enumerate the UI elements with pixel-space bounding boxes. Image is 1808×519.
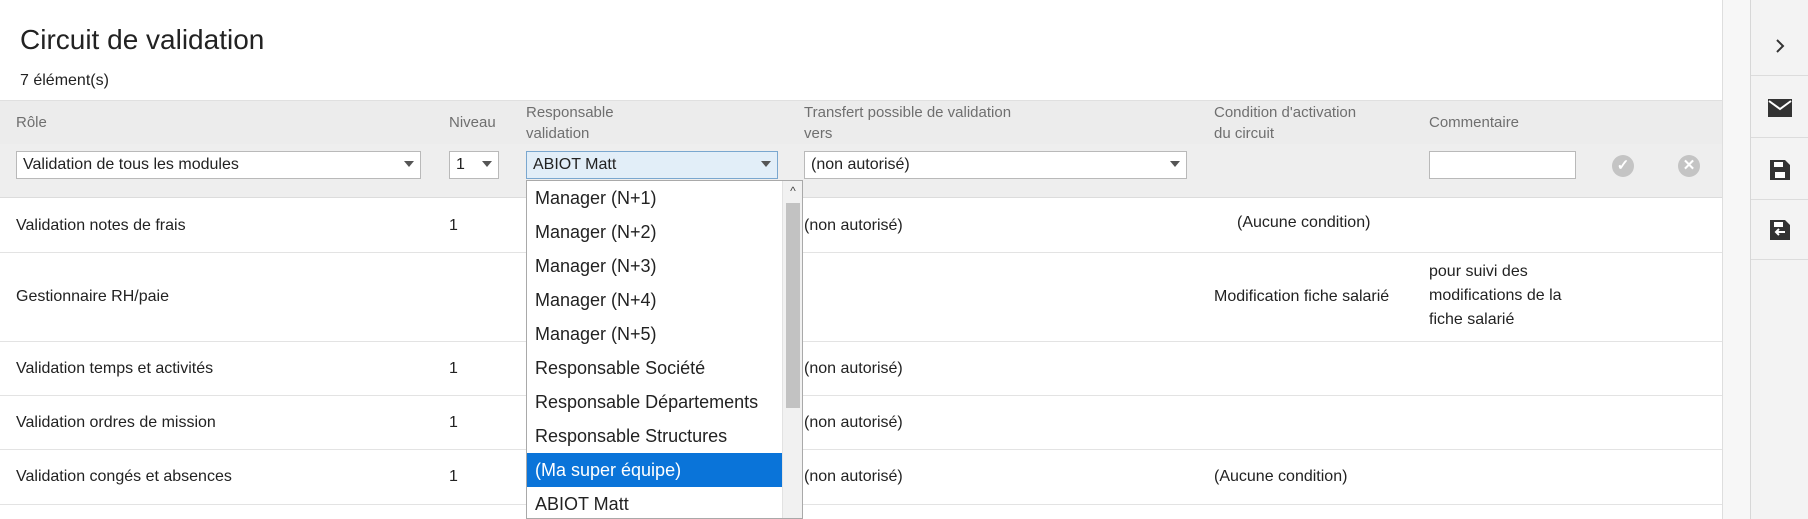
dropdown-option-selected[interactable]: (Ma super équipe): [527, 453, 782, 487]
row-role: Gestionnaire RH/paie: [16, 288, 169, 305]
chevron-down-icon: [1170, 161, 1180, 167]
column-header-transfert-line2: vers: [804, 125, 833, 142]
mail-icon: [1768, 98, 1792, 117]
dropdown-option[interactable]: Manager (N+2): [527, 215, 782, 249]
row-transfert: (non autorisé): [804, 360, 903, 377]
dropdown-option[interactable]: Responsable Départements: [527, 385, 782, 419]
chevron-right-icon: [1776, 38, 1785, 53]
scrollbar-thumb[interactable]: [786, 203, 800, 408]
expand-button[interactable]: [1751, 16, 1808, 76]
chevron-up-icon[interactable]: ^: [783, 181, 802, 201]
row-transfert: (non autorisé): [804, 217, 903, 234]
table-row[interactable]: Validation ordres de mission 1 (non auto…: [0, 396, 1722, 450]
row-commentaire-line2: modifications de la: [1429, 287, 1562, 304]
niveau-select[interactable]: 1: [449, 151, 499, 179]
responsable-select-value: ABIOT Matt: [533, 156, 617, 173]
chevron-down-icon: [482, 161, 492, 167]
validate-icon: ✓: [1616, 157, 1630, 174]
validate-button[interactable]: ✓: [1612, 155, 1634, 177]
column-header-transfert[interactable]: Transfert possible de validation vers: [804, 102, 1011, 144]
mail-button[interactable]: [1751, 78, 1808, 138]
row-role: Validation ordres de mission: [16, 414, 216, 431]
role-select-value: Validation de tous les modules: [23, 156, 239, 173]
dropdown-option[interactable]: Manager (N+1): [527, 181, 782, 215]
row-transfert: (non autorisé): [804, 414, 903, 431]
table-row[interactable]: Validation congés et absences 1 (non aut…: [0, 450, 1722, 505]
row-condition: (Aucune condition): [1237, 214, 1371, 231]
row-transfert: (non autorisé): [804, 468, 903, 485]
role-select[interactable]: Validation de tous les modules: [16, 151, 421, 179]
column-header-condition-line1: Condition d'activation: [1214, 104, 1357, 121]
row-niveau: 1: [449, 468, 458, 485]
column-header-role[interactable]: Rôle: [16, 112, 47, 133]
niveau-select-value: 1: [456, 156, 465, 173]
cancel-icon: ✕: [1682, 157, 1696, 174]
save-as-button[interactable]: [1751, 200, 1808, 260]
row-condition: Modification fiche salarié: [1214, 288, 1390, 305]
row-niveau: 1: [449, 360, 458, 377]
row-role: Validation notes de frais: [16, 217, 186, 234]
dropdown-option[interactable]: Manager (N+4): [527, 283, 782, 317]
chevron-down-icon: [761, 161, 771, 167]
column-header-condition-line2: du circuit: [1214, 125, 1275, 142]
edit-row: Validation de tous les modules 1 ABIOT M…: [0, 144, 1722, 198]
cancel-button[interactable]: ✕: [1678, 155, 1700, 177]
row-niveau: 1: [449, 414, 458, 431]
table-row[interactable]: Validation notes de frais 1 (non autoris…: [0, 199, 1722, 253]
row-role: Validation congés et absences: [16, 468, 232, 485]
column-header-responsable[interactable]: Responsable validation: [526, 102, 614, 144]
commentaire-input[interactable]: [1429, 151, 1576, 179]
row-condition: (Aucune condition): [1214, 468, 1348, 485]
save-icon: [1770, 159, 1790, 180]
column-header-condition[interactable]: Condition d'activation du circuit: [1214, 102, 1356, 144]
page-title: Circuit de validation: [20, 24, 265, 55]
table-row[interactable]: Validation temps et activités 1 (non aut…: [0, 342, 1722, 396]
side-panel-strip: [1722, 0, 1750, 519]
row-niveau: 1: [449, 217, 458, 234]
column-header-commentaire[interactable]: Commentaire: [1429, 112, 1519, 133]
row-role: Validation temps et activités: [16, 360, 214, 377]
dropdown-option[interactable]: Manager (N+3): [527, 249, 782, 283]
responsable-select[interactable]: ABIOT Matt: [526, 151, 778, 179]
table-header: Rôle Niveau Responsable validation Trans…: [0, 100, 1722, 144]
column-header-responsable-line1: Responsable: [526, 104, 614, 121]
element-count: 7 élément(s): [20, 72, 109, 89]
dropdown-option[interactable]: Responsable Société: [527, 351, 782, 385]
responsable-dropdown-list[interactable]: Manager (N+1) Manager (N+2) Manager (N+3…: [526, 180, 803, 519]
transfert-select[interactable]: (non autorisé): [804, 151, 1187, 179]
column-header-transfert-line1: Transfert possible de validation: [804, 104, 1012, 121]
save-button[interactable]: [1751, 140, 1808, 200]
row-commentaire: pour suivi des modifications de la fiche…: [1429, 260, 1562, 332]
row-commentaire-line3: fiche salarié: [1429, 311, 1515, 328]
dropdown-option[interactable]: Manager (N+5): [527, 317, 782, 351]
column-header-responsable-line2: validation: [526, 125, 590, 142]
main-area: Circuit de validation 7 élément(s) Rôle …: [0, 0, 1722, 519]
dropdown-scrollbar[interactable]: ^: [782, 181, 802, 518]
dropdown-option[interactable]: ABIOT Matt: [527, 487, 782, 518]
transfert-select-value: (non autorisé): [811, 156, 910, 173]
dropdown-option[interactable]: Responsable Structures: [527, 419, 782, 453]
column-header-niveau[interactable]: Niveau: [449, 112, 496, 133]
table-row[interactable]: Gestionnaire RH/paie Modification fiche …: [0, 253, 1722, 342]
chevron-down-icon: [404, 161, 414, 167]
right-toolbar: [1750, 0, 1808, 519]
row-commentaire-line1: pour suivi des: [1429, 263, 1528, 280]
save-as-icon: [1770, 219, 1790, 240]
